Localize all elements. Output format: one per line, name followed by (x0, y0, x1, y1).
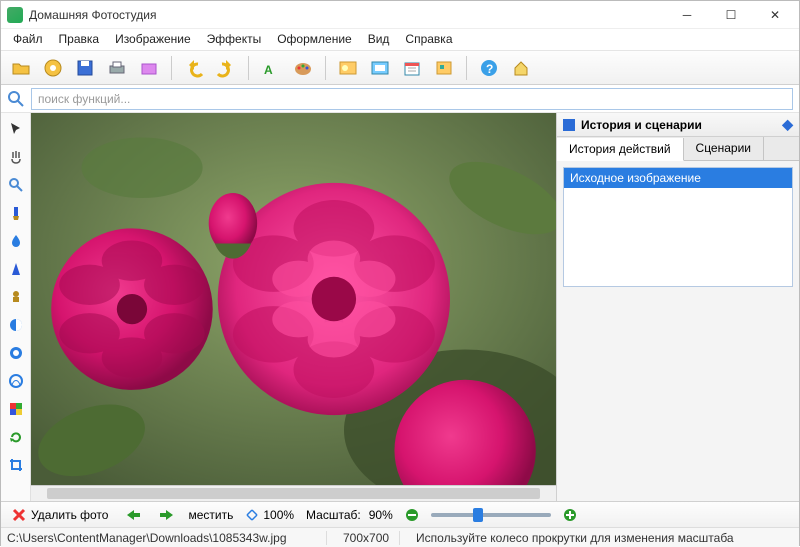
panel-tabs: История действий Сценарии (557, 137, 799, 161)
calendar-button[interactable] (398, 54, 426, 82)
svg-text:?: ? (486, 62, 493, 76)
menu-image[interactable]: Изображение (107, 29, 199, 50)
panel-icon (563, 119, 575, 131)
actual-size-button[interactable]: 100% (241, 506, 298, 524)
pin-icon[interactable]: ◆ (782, 116, 793, 133)
print-button[interactable] (103, 54, 131, 82)
postcard-button[interactable] (334, 54, 362, 82)
stamp-tool[interactable] (4, 285, 28, 309)
palette-button[interactable] (289, 54, 317, 82)
status-bar: C:\Users\ContentManager\Downloads\108534… (1, 527, 799, 547)
toolbar-separator (171, 56, 172, 80)
curves-tool[interactable] (4, 369, 28, 393)
drop-tool[interactable] (4, 229, 28, 253)
zoom-slider-knob[interactable] (473, 508, 483, 522)
panel-header: История и сценарии ◆ (557, 113, 799, 137)
minimize-button[interactable]: ─ (665, 1, 709, 29)
status-dims: 700x700 (343, 531, 400, 545)
status-hint: Используйте колесо прокрутки для изменен… (416, 531, 734, 545)
zoom-tool[interactable] (4, 173, 28, 197)
search-row (1, 85, 799, 113)
sharpen-tool[interactable] (4, 257, 28, 281)
hue-tool[interactable] (4, 341, 28, 365)
crop-tool[interactable] (4, 453, 28, 477)
close-button[interactable]: ✕ (753, 1, 797, 29)
app-icon (7, 7, 23, 23)
zoom-in-button[interactable] (559, 506, 581, 524)
left-toolbox (1, 113, 31, 501)
search-icon (7, 90, 25, 108)
open-button[interactable] (7, 54, 35, 82)
menu-edit[interactable]: Правка (51, 29, 108, 50)
search-input[interactable] (31, 88, 793, 110)
main-toolbar: A ? (1, 51, 799, 85)
pointer-tool[interactable] (4, 117, 28, 141)
catalog-button[interactable] (39, 54, 67, 82)
scan-button[interactable] (135, 54, 163, 82)
next-button[interactable] (154, 506, 180, 524)
toolbar-separator (466, 56, 467, 80)
actual-size-icon (245, 508, 259, 522)
status-path: C:\Users\ContentManager\Downloads\108534… (7, 531, 327, 545)
delete-icon (11, 507, 27, 523)
brightness-tool[interactable] (4, 313, 28, 337)
tab-scenarios[interactable]: Сценарии (684, 137, 764, 160)
undo-button[interactable] (180, 54, 208, 82)
image-canvas[interactable] (31, 113, 556, 485)
horizontal-scrollbar[interactable] (31, 485, 556, 501)
titlebar: Домашняя Фотостудия ─ ☐ ✕ (1, 1, 799, 29)
zoom-out-button[interactable] (401, 506, 423, 524)
panel-title: История и сценарии (581, 118, 702, 132)
tab-history[interactable]: История действий (557, 138, 684, 161)
color-tool[interactable] (4, 397, 28, 421)
history-list[interactable]: Исходное изображение (563, 167, 793, 287)
delete-label: Удалить фото (31, 508, 108, 522)
bottom-bar: Удалить фото местить 100% Масштаб: 90% (1, 501, 799, 527)
menu-help[interactable]: Справка (397, 29, 460, 50)
redo-button[interactable] (212, 54, 240, 82)
window-title: Домашняя Фотостудия (29, 8, 665, 22)
brush-tool[interactable] (4, 201, 28, 225)
help-button[interactable]: ? (475, 54, 503, 82)
scale-label: Масштаб: (306, 508, 361, 522)
svg-text:A: A (264, 63, 273, 77)
rotate-tool[interactable] (4, 425, 28, 449)
menu-file[interactable]: Файл (5, 29, 51, 50)
collage-button[interactable] (430, 54, 458, 82)
workarea: История и сценарии ◆ История действий Сц… (1, 113, 799, 501)
move-label: местить (188, 508, 233, 522)
history-item[interactable]: Исходное изображение (564, 168, 792, 188)
canvas-wrap (31, 113, 556, 501)
scale-value: 90% (369, 508, 393, 522)
save-button[interactable] (71, 54, 99, 82)
maximize-button[interactable]: ☐ (709, 1, 753, 29)
right-panel: История и сценарии ◆ История действий Сц… (556, 113, 799, 501)
text-button[interactable]: A (257, 54, 285, 82)
toolbar-separator (325, 56, 326, 80)
arrow-left-icon (124, 508, 142, 522)
actual-size-label: 100% (263, 508, 294, 522)
menu-effects[interactable]: Эффекты (199, 29, 270, 50)
delete-photo-button[interactable]: Удалить фото (7, 505, 112, 525)
menubar: Файл Правка Изображение Эффекты Оформлен… (1, 29, 799, 51)
zoom-slider[interactable] (431, 513, 551, 517)
frames-button[interactable] (366, 54, 394, 82)
hand-tool[interactable] (4, 145, 28, 169)
menu-view[interactable]: Вид (360, 29, 398, 50)
home-button[interactable] (507, 54, 535, 82)
arrow-right-icon (158, 508, 176, 522)
prev-button[interactable] (120, 506, 146, 524)
menu-design[interactable]: Оформление (269, 29, 359, 50)
toolbar-separator (248, 56, 249, 80)
